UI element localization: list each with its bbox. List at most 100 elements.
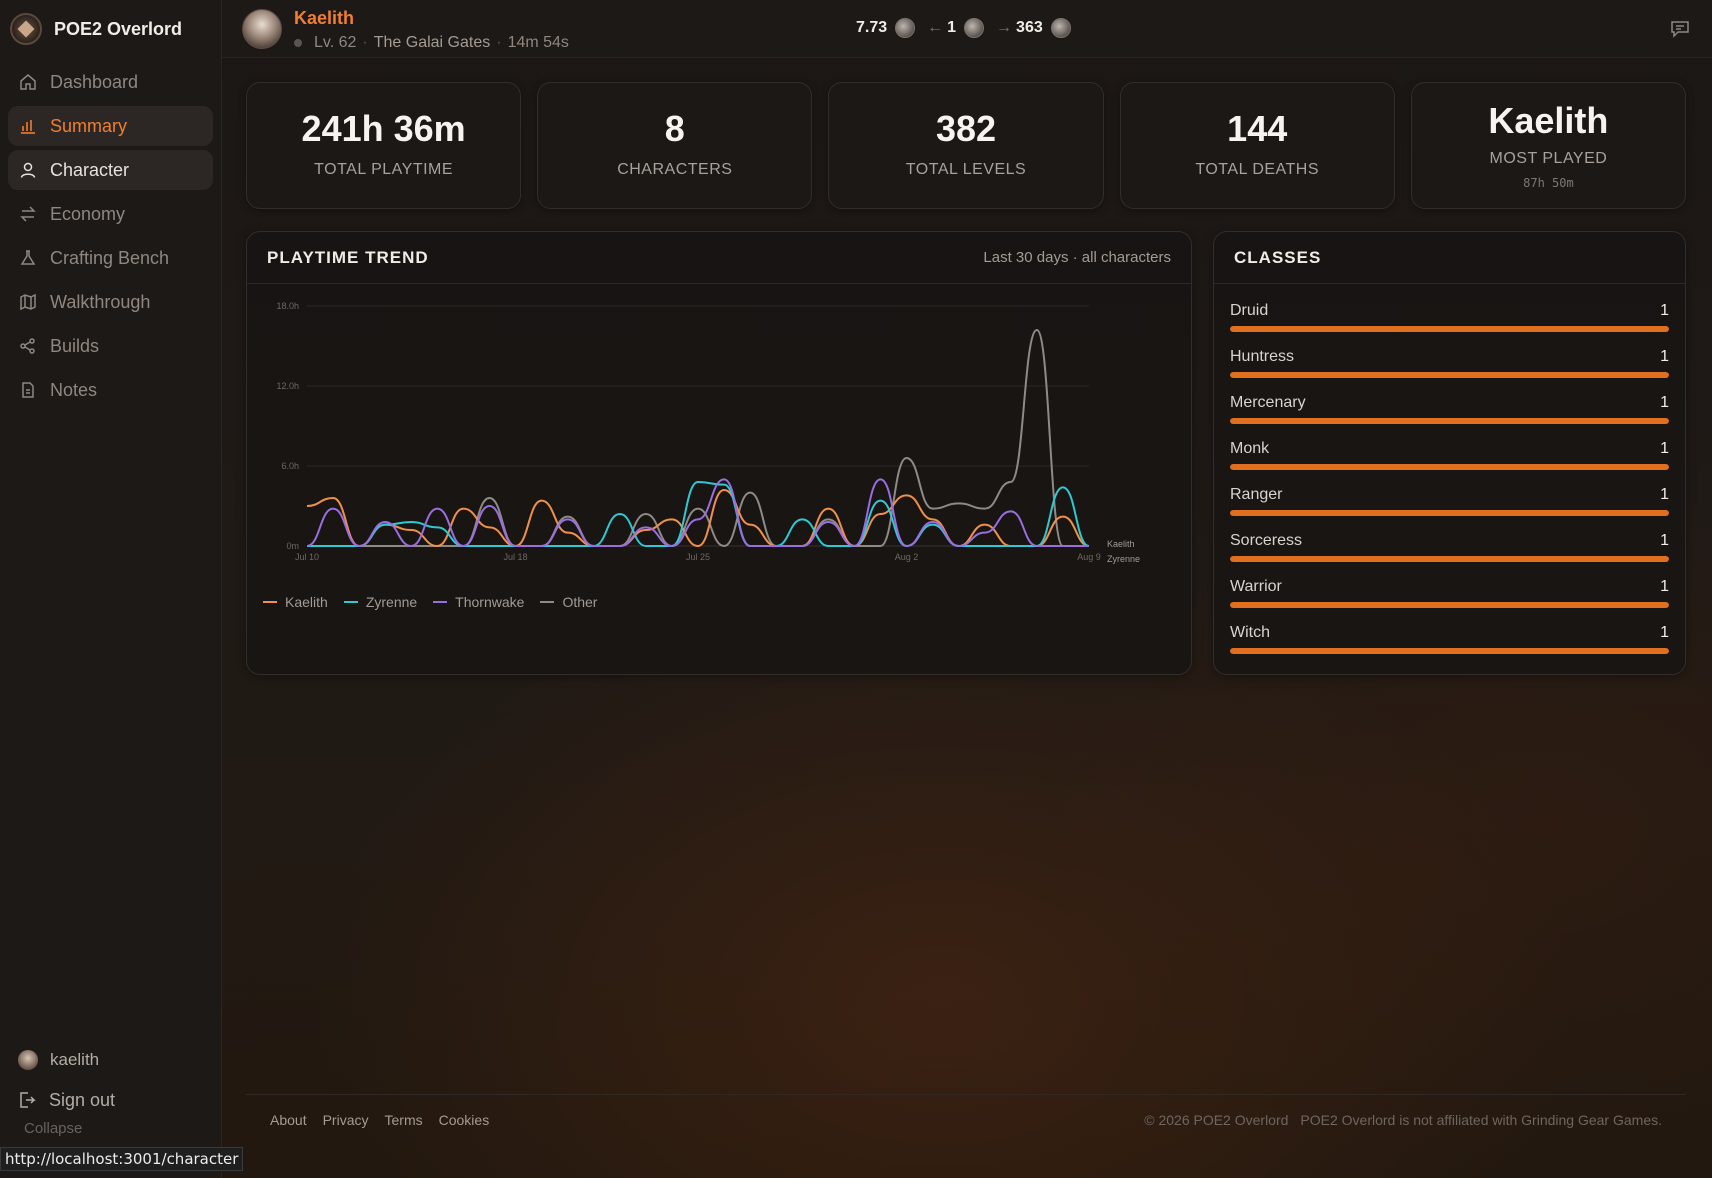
legend-item[interactable]: Thornwake — [433, 594, 524, 610]
footer-link-privacy[interactable]: Privacy — [323, 1112, 369, 1128]
class-bar — [1230, 602, 1669, 608]
sidebar-item-label: Walkthrough — [50, 291, 151, 312]
stat-card-characters: 8 CHARACTERS — [537, 82, 813, 209]
legend-label: Other — [562, 594, 598, 610]
class-row: Witch 1 — [1230, 622, 1669, 668]
classes-panel: CLASSES Druid 1 Huntress 1 Mercenary 1 Monk… — [1213, 231, 1686, 675]
class-bar-fill — [1230, 418, 1669, 424]
disclaimer: POE2 Overlord is not affiliated with Gri… — [1300, 1111, 1662, 1128]
sidebar-item-builds[interactable]: Builds — [8, 326, 213, 366]
class-count: 1 — [1660, 440, 1669, 457]
home-icon — [19, 73, 37, 91]
character-level: Lv. 62 — [314, 34, 357, 51]
x-tick-label: Jul 10 — [295, 552, 319, 562]
sidebar-item-walkthrough[interactable]: Walkthrough — [8, 282, 213, 322]
flask-icon — [19, 249, 37, 267]
class-bar-fill — [1230, 464, 1669, 470]
stat-subvalue: 87h 50m — [1523, 176, 1574, 190]
legend-label: Kaelith — [285, 594, 328, 610]
arrow-right-icon: → — [996, 19, 1013, 36]
sidebar-item-label: Character — [50, 159, 130, 180]
series-line-other — [307, 329, 1089, 547]
divine-ratio: 7.73 — [856, 19, 888, 36]
sidebar-item-notes[interactable]: Notes — [8, 370, 213, 410]
x-tick-label: Aug 9 — [1077, 552, 1101, 562]
sidebar-item-label: Builds — [50, 335, 100, 356]
legend-swatch — [263, 601, 277, 603]
sidebar-item-dashboard[interactable]: Dashboard — [8, 62, 213, 102]
class-bar — [1230, 418, 1669, 424]
brand[interactable]: POE2 Overlord — [0, 0, 221, 58]
class-name: Monk — [1230, 440, 1270, 457]
legend-item[interactable]: Other — [540, 594, 597, 610]
series-line-kaelith — [306, 489, 1090, 547]
collapse-button[interactable]: Collapse — [0, 1120, 222, 1142]
footer-link-terms[interactable]: Terms — [385, 1112, 423, 1128]
sidebar: POE2 Overlord Dashboard Summary Characte… — [0, 0, 244, 1178]
y-tick-label: 0m — [286, 541, 299, 551]
legend-swatch — [343, 601, 358, 603]
sidebar-item-summary[interactable]: Summary — [8, 106, 213, 146]
stat-value: Kaelith — [1488, 100, 1609, 141]
class-bar-fill — [1230, 510, 1669, 516]
user-icon — [19, 161, 37, 179]
top-bar: Kaelith Lv. 62 · The Galai Gates · 14m 5… — [222, 0, 1712, 58]
chaos-orb-icon — [1050, 18, 1071, 38]
app-logo-icon — [10, 13, 42, 45]
sidebar-item-character[interactable]: Character — [8, 150, 213, 190]
stat-card-deaths: 144 TOTAL DEATHS — [1119, 82, 1395, 209]
arrow-left-icon: ← — [927, 19, 944, 36]
sign-out-icon — [18, 1091, 36, 1109]
character-avatar[interactable] — [242, 9, 282, 49]
panel-subtitle: Last 30 days · all characters — [983, 249, 1171, 266]
stat-value: 241h 36m — [301, 108, 466, 149]
class-list: Druid 1 Huntress 1 Mercenary 1 Monk 1 Ranger… — [1214, 284, 1685, 668]
username: kaelith — [50, 1050, 100, 1069]
bar-chart-icon — [19, 117, 37, 135]
footer-link-about[interactable]: About — [270, 1112, 307, 1128]
stat-value: 8 — [664, 108, 685, 149]
y-tick-label: 12.0h — [276, 381, 299, 391]
class-bar-fill — [1230, 372, 1669, 378]
character-name[interactable]: Kaelith — [294, 8, 354, 29]
legend-label: Zyrenne — [365, 594, 418, 610]
stat-label: TOTAL DEATHS — [1195, 161, 1320, 178]
separator: · — [496, 34, 502, 51]
class-bar-fill — [1230, 556, 1669, 562]
sign-out-button[interactable]: Sign out — [0, 1080, 222, 1120]
stat-card-playtime: 241h 36m TOTAL PLAYTIME — [246, 82, 522, 209]
class-name: Mercenary — [1230, 394, 1306, 411]
playtime-chart: 0m 6.0h 12.0h 18.0h Jul 10 Jul 18 Jul 25 Aug 2 A… — [276, 301, 1140, 564]
legend-item[interactable]: Kaelith — [263, 594, 328, 610]
user-profile-link[interactable]: kaelith — [0, 1040, 222, 1080]
stat-label: TOTAL PLAYTIME — [314, 161, 454, 178]
status-bar-url: http://localhost:3001/character — [0, 1147, 244, 1171]
legend-item[interactable]: Zyrenne — [343, 594, 418, 610]
class-count: 1 — [1660, 302, 1669, 319]
exalted-count: 1 — [947, 19, 957, 36]
share-icon — [19, 337, 37, 355]
y-tick-label: 6.0h — [281, 461, 299, 471]
collapse-label: Collapse — [24, 1120, 83, 1137]
feedback-chat-icon[interactable] — [1670, 20, 1690, 38]
sidebar-item-crafting-bench[interactable]: Crafting Bench — [8, 238, 213, 278]
chaos-count: 363 — [1016, 19, 1043, 36]
sidebar-item-economy[interactable]: Economy — [8, 194, 213, 234]
class-count: 1 — [1660, 532, 1669, 549]
panel-title: CLASSES — [1234, 247, 1322, 267]
playtime-trend-panel: PLAYTIME TREND Last 30 days · all charac… — [246, 231, 1192, 675]
footer-link-cookies[interactable]: Cookies — [439, 1112, 490, 1128]
panel-title: PLAYTIME TREND — [267, 247, 429, 267]
panel-header: PLAYTIME TREND Last 30 days · all charac… — [247, 232, 1191, 284]
panel-header: CLASSES — [1214, 232, 1685, 284]
online-status-dot — [294, 39, 302, 47]
stat-label: MOST PLAYED — [1489, 150, 1608, 167]
x-tick-label: Aug 2 — [895, 552, 919, 562]
class-name: Witch — [1230, 624, 1270, 641]
sidebar-item-label: Crafting Bench — [50, 247, 170, 268]
sign-out-label: Sign out — [49, 1089, 116, 1110]
class-row: Ranger 1 — [1230, 484, 1669, 530]
class-name: Warrior — [1230, 578, 1282, 595]
class-count: 1 — [1660, 486, 1669, 503]
app-name: POE2 Overlord — [54, 18, 183, 39]
